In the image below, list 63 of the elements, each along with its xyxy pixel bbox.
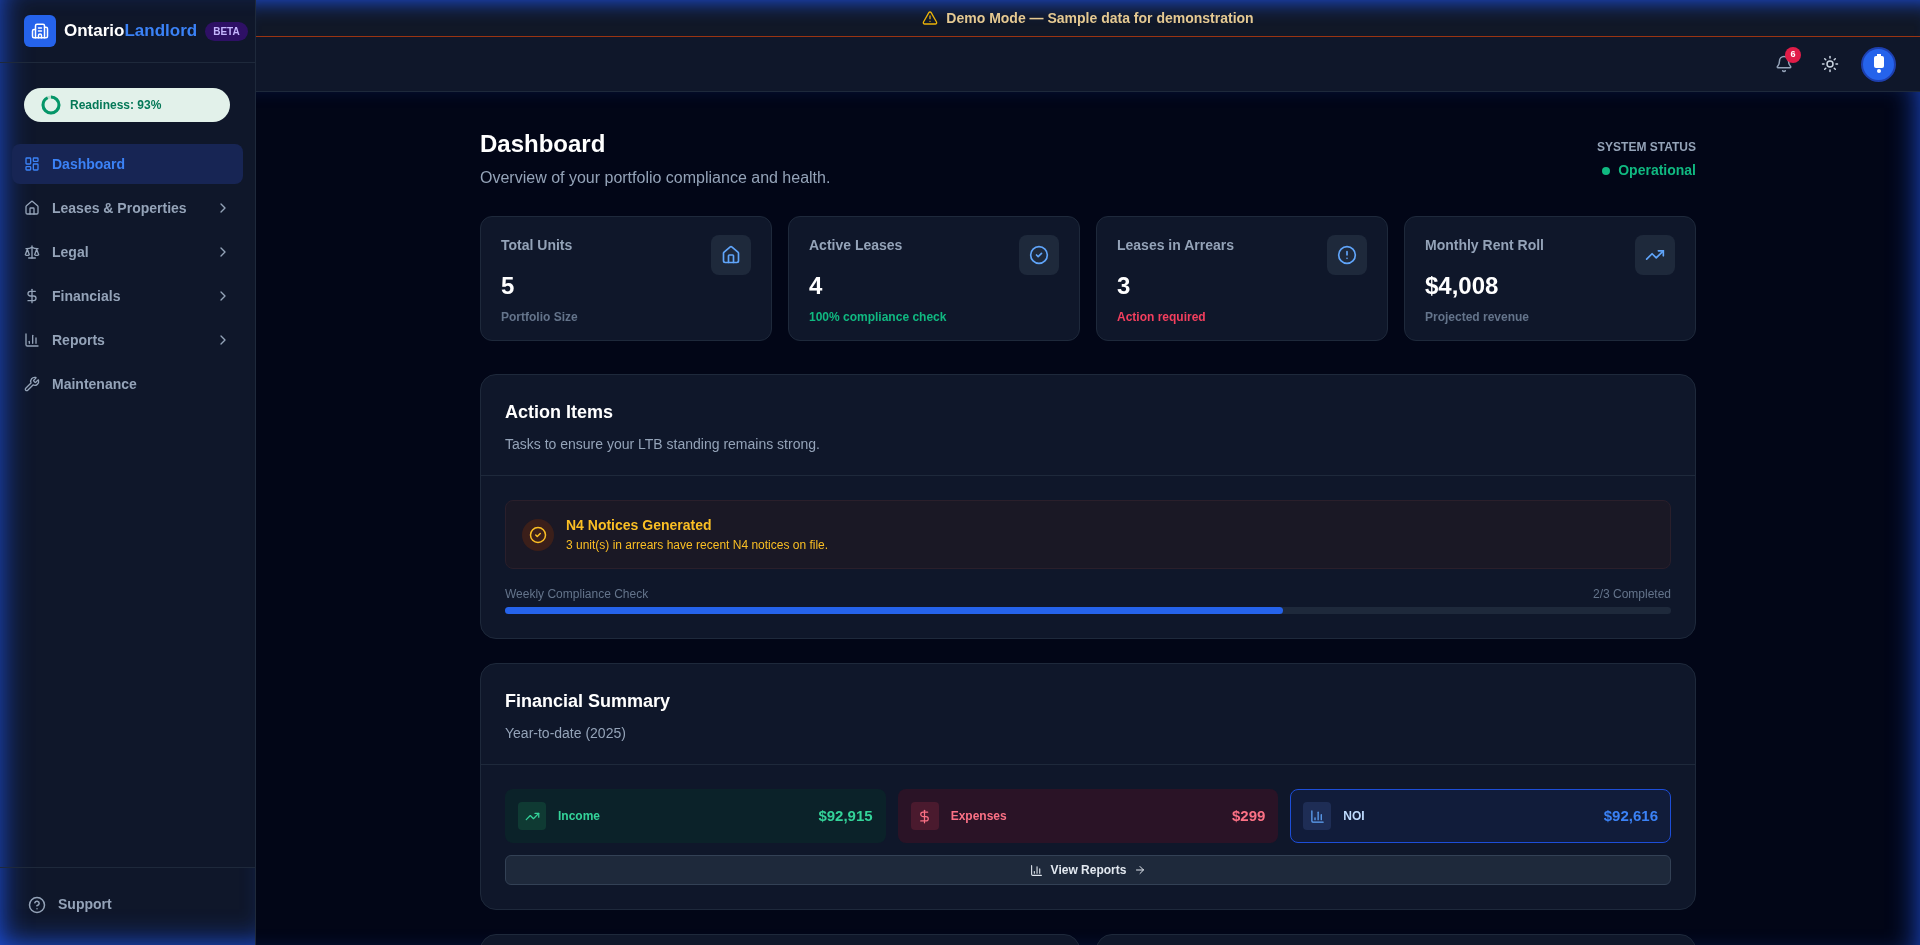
nav-item[interactable]: Legal	[12, 232, 243, 272]
status-label: SYSTEM STATUS	[1597, 139, 1696, 156]
scale-icon	[24, 244, 40, 260]
house-icon	[24, 200, 40, 216]
card-title: Action Items	[505, 401, 615, 424]
progress-ring-icon	[40, 94, 62, 116]
notification-count: 6	[1785, 47, 1801, 63]
trend-up-icon	[518, 802, 546, 830]
nav-item[interactable]: Financials	[12, 276, 243, 316]
stat-label: Active Leases	[809, 236, 904, 255]
dollar-icon	[910, 802, 939, 830]
theme-toggle-icon[interactable]	[1821, 55, 1839, 73]
card-subtitle: Tasks to ensure your LTB standing remains strong.	[505, 435, 821, 454]
stat-label: Total Units	[501, 236, 574, 255]
stat-label: Leases in Arrears	[1117, 236, 1234, 255]
stat-note: Projected revenue	[1425, 309, 1531, 326]
tile-value: $92,616	[1603, 805, 1658, 826]
stat-value: 3	[1117, 271, 1132, 301]
bar-chart-icon	[24, 332, 40, 348]
nav-item[interactable]: Reports	[12, 320, 243, 360]
dollar-icon	[24, 288, 40, 304]
house-icon	[711, 235, 751, 275]
trend-up-icon	[1635, 235, 1675, 275]
stat-note: Portfolio Size	[501, 309, 578, 326]
stat-value: 5	[501, 271, 516, 301]
beta-badge: BETA	[205, 21, 248, 41]
support-link[interactable]: Support	[28, 894, 227, 915]
stat-value: 4	[809, 271, 824, 301]
arrow-right-icon	[1134, 864, 1147, 876]
grid-icon	[24, 156, 40, 172]
avatar[interactable]	[1863, 48, 1894, 80]
tile-value: $299	[1231, 805, 1266, 826]
stat-note: Action required	[1117, 309, 1207, 326]
bell-icon	[1775, 55, 1793, 73]
demo-banner: Demo Mode — Sample data for demonstration	[256, 0, 1920, 37]
nav-item[interactable]: Maintenance	[12, 364, 243, 404]
tile-label: Expenses	[950, 808, 1008, 825]
alert-text: 3 unit(s) in arrears have recent N4 notices on file.	[566, 537, 829, 554]
wrench-icon	[24, 376, 40, 392]
progress-reading: 2/3 Completed	[1592, 586, 1671, 603]
tile-value: $92,915	[818, 805, 873, 826]
card-title: Financial Summary	[505, 690, 672, 713]
logo-icon	[24, 15, 56, 47]
page-subtitle: Overview of your portfolio compliance and health.	[480, 168, 831, 188]
bar-chart-icon	[1029, 863, 1043, 877]
stat-note: 100% compliance check	[809, 309, 947, 326]
status-value: Operational	[1618, 161, 1696, 180]
progress-label: Weekly Compliance Check	[505, 586, 649, 603]
nav-item[interactable]: Leases & Properties	[12, 188, 243, 228]
help-icon	[28, 895, 46, 914]
stat-label: Monthly Rent Roll	[1425, 236, 1544, 255]
stat-value: $4,008	[1425, 271, 1500, 301]
page-title: Dashboard	[480, 129, 607, 159]
nav-item[interactable]: Dashboard	[12, 144, 243, 184]
alert-title: N4 Notices Generated	[566, 516, 713, 535]
readiness-pill[interactable]: Readiness: 93%	[24, 88, 230, 122]
card-subtitle: Year-to-date (2025)	[505, 724, 627, 743]
tile-label: Income	[558, 808, 601, 825]
view-reports-button[interactable]: View Reports	[505, 855, 1671, 885]
bar-chart-icon	[1303, 802, 1332, 830]
warning-icon	[922, 10, 939, 26]
brand-name: OntarioLandlord	[64, 20, 198, 43]
tile-label: NOI	[1343, 808, 1366, 825]
